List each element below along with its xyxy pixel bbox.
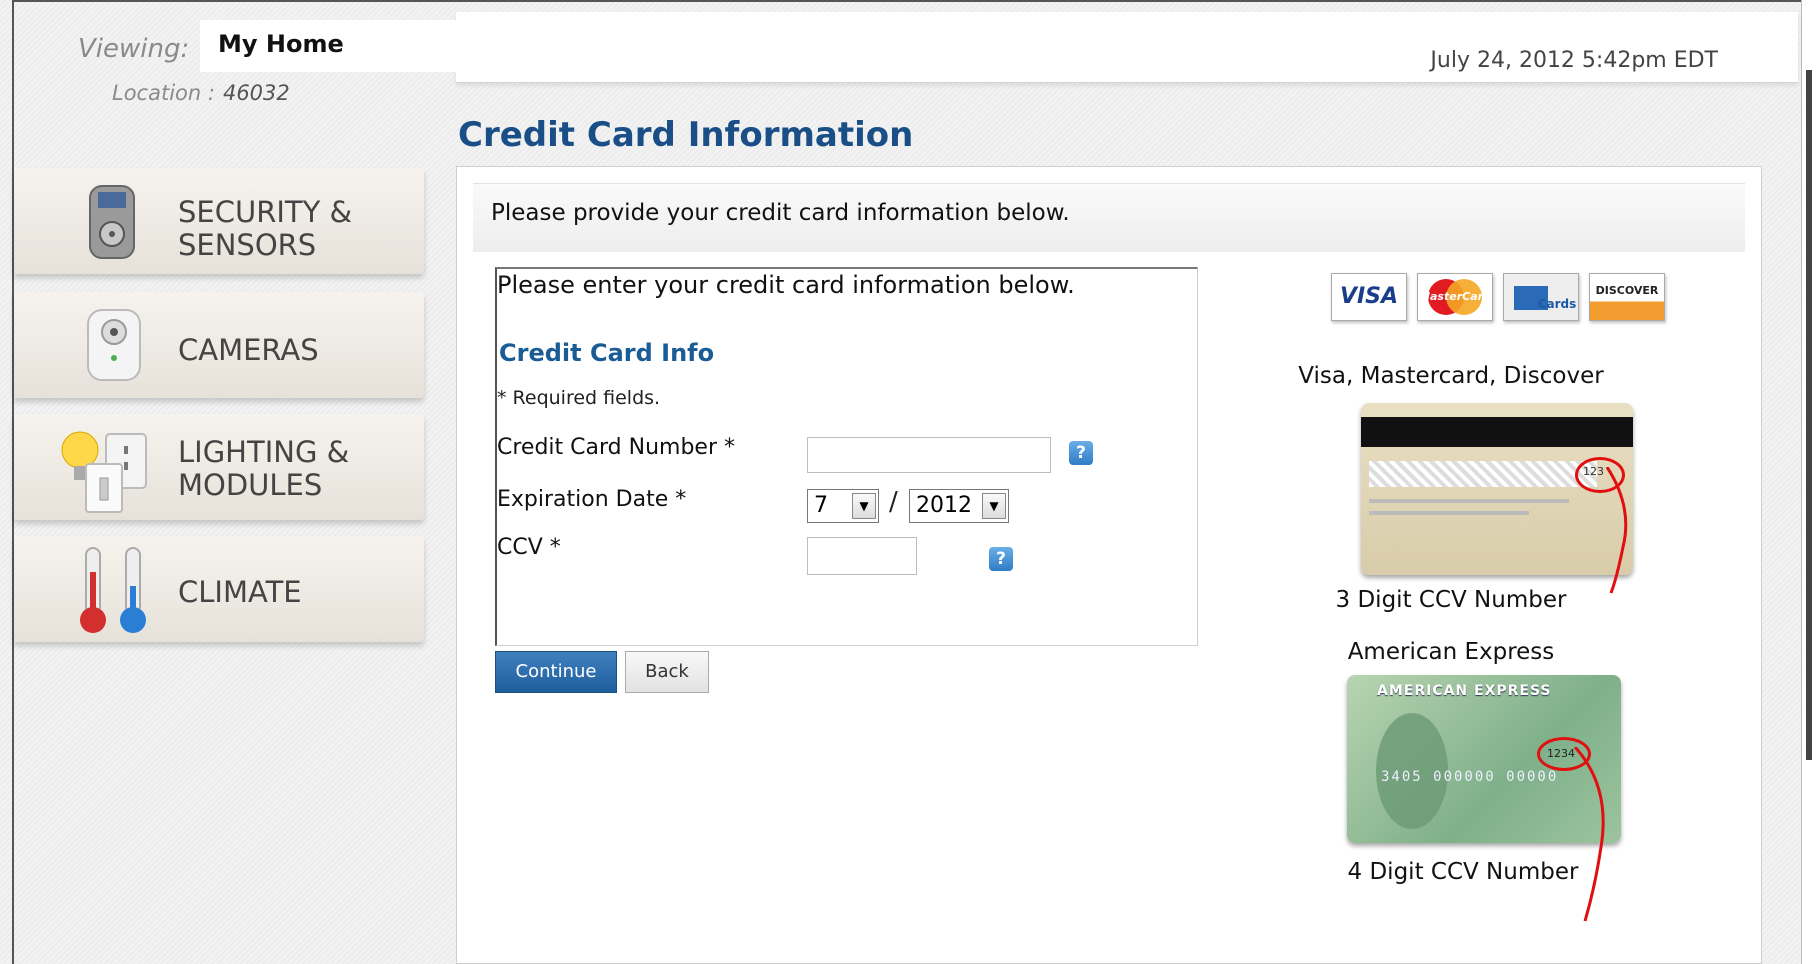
amex-logo-text: Cards — [1537, 297, 1577, 311]
main-panel: Please provide your credit card informat… — [456, 166, 1762, 964]
sidebar-item-label: CAMERAS — [178, 333, 319, 367]
thermometer-icon — [80, 547, 146, 633]
chevron-down-icon: ▼ — [852, 493, 876, 519]
datetime: July 24, 2012 5:42pm EDT — [1430, 48, 1718, 73]
notice-bar: Please provide your credit card informat… — [473, 183, 1745, 252]
card-fine-print — [1369, 499, 1569, 503]
help-icon[interactable]: ? — [989, 547, 1013, 571]
chevron-down-icon: ▼ — [982, 493, 1006, 519]
card-fine-print — [1369, 511, 1529, 515]
visa-ccv-caption: 3 Digit CCV Number — [1335, 587, 1567, 613]
exp-year-select[interactable]: 2012 ▼ — [909, 489, 1009, 523]
amex-logo: Cards — [1503, 273, 1579, 321]
magnetic-stripe — [1361, 417, 1633, 447]
location-value: 46032 — [222, 81, 290, 105]
location-label: Location : — [112, 81, 215, 105]
edge-bar — [1806, 70, 1812, 760]
notice-text: Please provide your credit card informat… — [491, 200, 1070, 226]
mastercard-text: MasterCard — [1419, 290, 1491, 303]
exp-month-value: 7 — [814, 493, 828, 518]
card-number-label: Credit Card Number * — [497, 435, 735, 460]
required-note: * Required fields. — [497, 387, 661, 409]
visa-caption: Visa, Mastercard, Discover — [1298, 363, 1604, 389]
page-title: Credit Card Information — [458, 115, 914, 155]
expiration-label: Expiration Date * — [497, 487, 687, 512]
continue-button[interactable]: Continue — [495, 651, 617, 693]
sidebar-item-label: CLIMATE — [178, 575, 302, 609]
exp-month-select[interactable]: 7 ▼ — [807, 489, 879, 523]
keypad-icon — [89, 185, 135, 259]
ccv-label: CCV * — [497, 535, 561, 560]
discover-logo: DISCOVER — [1589, 273, 1665, 321]
arrow-line — [1605, 467, 1628, 594]
help-icon[interactable]: ? — [1069, 441, 1093, 465]
signature-strip — [1369, 461, 1597, 487]
exp-separator: / — [889, 487, 898, 517]
camera-icon — [87, 309, 141, 381]
top-bar: July 24, 2012 5:42pm EDT — [456, 12, 1798, 83]
lightbulb-outlet-icon — [61, 431, 147, 513]
visa-logo: VISA — [1331, 273, 1407, 321]
sidebar-item-cameras[interactable]: CAMERAS — [14, 292, 424, 398]
sidebar-item-lighting[interactable]: LIGHTING & MODULES — [14, 414, 424, 520]
amex-ccv-caption: 4 Digit CCV Number — [1347, 859, 1579, 885]
form-intro: Please enter your credit card informatio… — [497, 271, 1075, 299]
section-title: Credit Card Info — [499, 339, 715, 367]
amex-card-number: 3405 000000 00000 — [1381, 769, 1559, 785]
sidebar-item-label: SECURITY & SENSORS — [178, 195, 353, 262]
mastercard-logo: MasterCard — [1417, 273, 1493, 321]
card-number-input[interactable] — [807, 437, 1051, 473]
amex-brand-text: AMERICAN EXPRESS — [1377, 683, 1552, 699]
credit-card-form: Please enter your credit card informatio… — [495, 267, 1198, 646]
sidebar-item-security[interactable]: SECURITY & SENSORS — [14, 168, 424, 274]
home-name[interactable]: My Home — [218, 30, 344, 58]
centurion-portrait — [1376, 713, 1448, 829]
exp-year-value: 2012 — [916, 493, 972, 518]
arrow-line — [1573, 747, 1605, 922]
back-button[interactable]: Back — [625, 651, 709, 693]
sidebar-item-climate[interactable]: CLIMATE — [14, 536, 424, 642]
viewing-label: Viewing: — [78, 34, 190, 64]
sidebar-item-label: LIGHTING & MODULES — [178, 435, 350, 502]
ccv-input[interactable] — [807, 537, 917, 575]
amex-caption: American Express — [1347, 639, 1555, 665]
location-info: Location : 46032 — [112, 81, 290, 105]
window-edge — [1801, 0, 1816, 964]
